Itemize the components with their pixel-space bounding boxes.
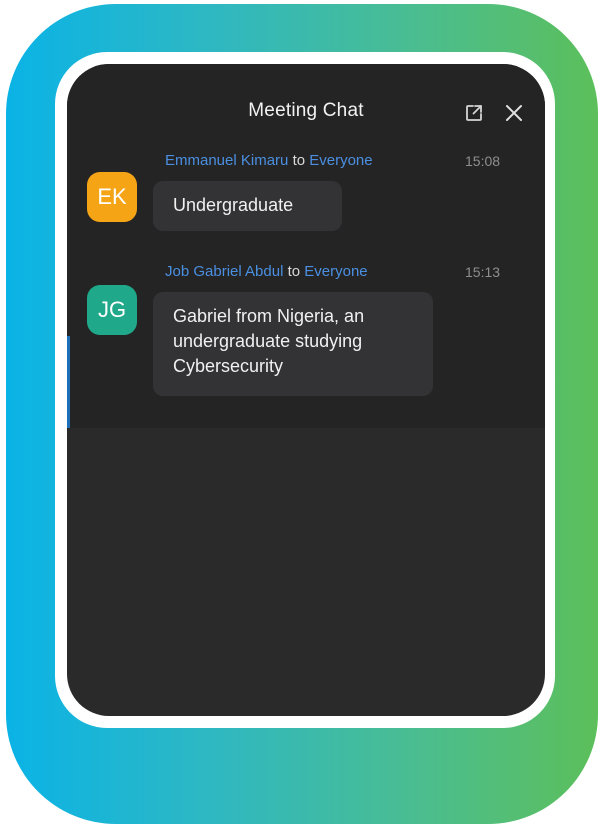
avatar: EK [87, 172, 137, 222]
to-label: to [292, 152, 306, 169]
message-bubble: Undergraduate [153, 181, 342, 231]
sender-name[interactable]: Job Gabriel Abdul [165, 263, 283, 280]
to-label: to [287, 263, 301, 280]
recipient-name[interactable]: Everyone [304, 263, 367, 280]
scroll-accent [67, 336, 70, 428]
meeting-chat-panel: Meeting Chat Emmanuel Kimaru to Everyone… [67, 64, 545, 716]
message-header: Job Gabriel Abdul to Everyone [165, 263, 368, 280]
recipient-name[interactable]: Everyone [309, 152, 372, 169]
avatar: JG [87, 285, 137, 335]
message-time: 15:08 [465, 153, 501, 169]
sender-name[interactable]: Emmanuel Kimaru [165, 152, 288, 169]
message-time: 15:13 [465, 264, 501, 280]
popout-icon[interactable] [465, 104, 483, 122]
close-icon[interactable] [504, 103, 524, 123]
message-header: Emmanuel Kimaru to Everyone [165, 152, 373, 169]
message-bubble: Gabriel from Nigeria, an undergraduate s… [153, 292, 433, 396]
screenshot-frame: Meeting Chat Emmanuel Kimaru to Everyone… [0, 0, 602, 828]
